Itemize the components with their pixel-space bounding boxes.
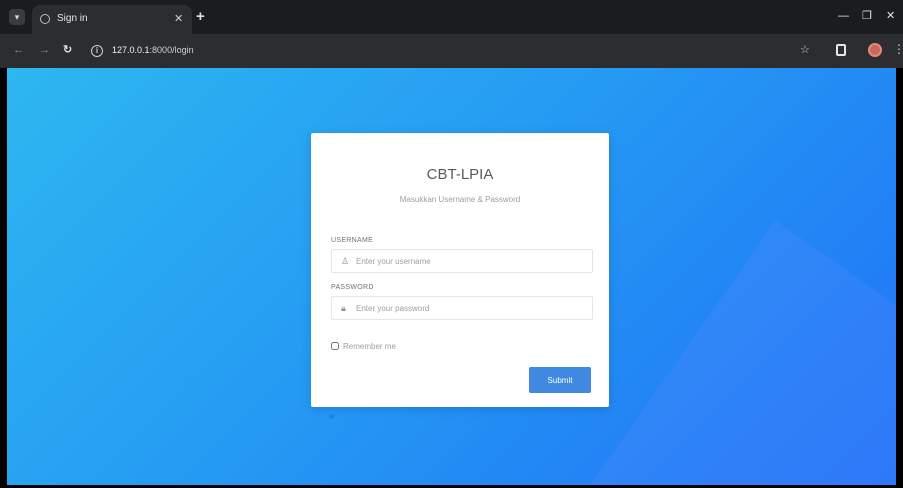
url-text[interactable]: 127.0.0.1:8000/login: [112, 45, 194, 55]
password-label: PASSWORD: [331, 284, 374, 291]
tab-search-icon[interactable]: ▾: [9, 9, 25, 25]
url-path: :8000/login: [149, 45, 194, 55]
profile-avatar[interactable]: [868, 43, 882, 57]
login-card: CBT-LPIA Masukkan Username & Password US…: [311, 133, 609, 407]
submit-button[interactable]: Submit: [529, 367, 591, 393]
address-bar[interactable]: i 127.0.0.1:8000/login: [85, 40, 815, 62]
username-input[interactable]: [356, 253, 586, 269]
user-icon: ♙: [341, 256, 350, 266]
new-tab-button[interactable]: +: [196, 9, 205, 24]
remember-me-label: Remember me: [343, 342, 396, 351]
bookmark-star-icon[interactable]: ☆: [800, 44, 810, 56]
login-subtitle: Masukkan Username & Password: [399, 195, 521, 204]
minimize-button[interactable]: —: [838, 10, 849, 22]
decorative-dot: [329, 414, 334, 419]
forward-arrow-icon[interactable]: →: [39, 43, 50, 57]
back-arrow-icon[interactable]: ←: [13, 43, 24, 57]
username-label: USERNAME: [331, 237, 374, 244]
lock-icon: 🔒︎: [341, 303, 346, 313]
remember-me-checkbox[interactable]: [331, 342, 339, 350]
page-viewport: CBT-LPIA Masukkan Username & Password US…: [7, 68, 896, 485]
tab-title: Sign in: [57, 13, 88, 24]
username-field[interactable]: ♙: [331, 249, 593, 273]
maximize-button[interactable]: ❐: [862, 10, 872, 22]
remember-me[interactable]: Remember me: [331, 342, 396, 352]
browser-tab[interactable]: Sign in ✕: [32, 5, 192, 34]
browser-titlebar: ▾ Sign in ✕ + — ❐ ✕: [0, 0, 903, 34]
login-title: CBT-LPIA: [426, 166, 494, 183]
password-input[interactable]: [356, 300, 586, 316]
browser-toolbar: ← → ↻ i 127.0.0.1:8000/login ☆ ⋮: [0, 34, 903, 68]
browser-menu-icon[interactable]: ⋮: [893, 42, 903, 56]
password-field[interactable]: 🔒︎: [331, 296, 593, 320]
extensions-icon[interactable]: [836, 44, 846, 56]
reload-icon[interactable]: ↻: [63, 43, 72, 57]
window-close-button[interactable]: ✕: [886, 10, 895, 22]
site-info-icon[interactable]: i: [91, 45, 103, 57]
globe-icon: [40, 14, 50, 24]
tab-close-icon[interactable]: ✕: [174, 12, 183, 26]
url-host: 127.0.0.1: [112, 45, 150, 55]
